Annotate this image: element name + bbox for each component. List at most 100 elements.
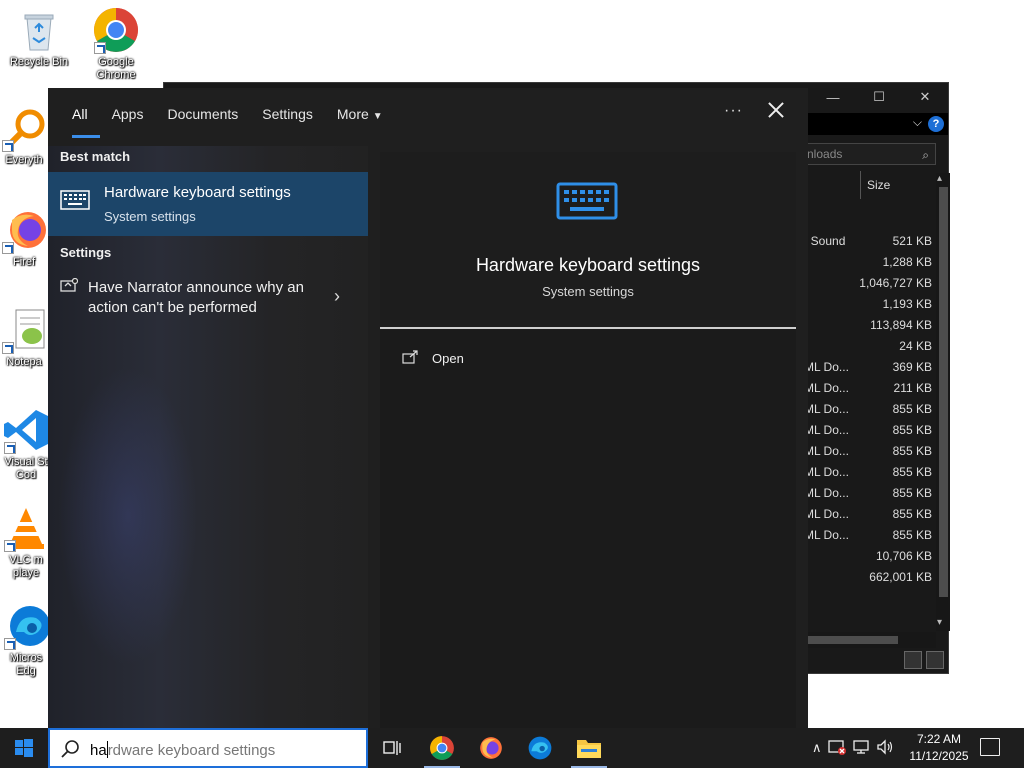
file-size-cell: 211 KB bbox=[893, 381, 932, 395]
desktop-icon-label: Recycle Bin bbox=[9, 56, 69, 68]
vertical-scrollbar[interactable]: ▴ ▾ bbox=[936, 173, 950, 631]
file-row[interactable]: 10,706 KB bbox=[800, 546, 936, 567]
scroll-up-icon[interactable]: ▴ bbox=[937, 173, 942, 184]
desktop-icon-edge[interactable]: Micros Edg bbox=[0, 602, 52, 678]
show-hidden-icons-icon[interactable]: ∧ bbox=[812, 740, 822, 756]
file-type-cell: ML Do... bbox=[804, 360, 849, 374]
close-button[interactable]: ✕ bbox=[902, 83, 948, 111]
close-icon[interactable] bbox=[764, 98, 788, 122]
task-view-icon bbox=[383, 741, 401, 755]
clock-time: 7:22 AM bbox=[916, 732, 962, 746]
scroll-down-icon[interactable]: ▾ bbox=[937, 617, 942, 628]
file-row[interactable]: ML Do... 211 KB bbox=[800, 378, 936, 399]
file-size-cell: 10,706 KB bbox=[875, 549, 932, 563]
narrator-settings-icon bbox=[60, 277, 79, 294]
file-row[interactable]: ML Do... 855 KB bbox=[800, 462, 936, 483]
file-row[interactable]: 662,001 KB bbox=[800, 567, 936, 588]
explorer-search-input[interactable]: nloads ⌕ bbox=[800, 143, 936, 165]
file-row[interactable]: 1,193 KB bbox=[800, 294, 936, 315]
file-size-cell: 855 KB bbox=[892, 507, 932, 521]
search-icon: ⌕ bbox=[922, 148, 929, 162]
large-icons-view-icon[interactable] bbox=[926, 651, 944, 669]
taskbar-firefox[interactable] bbox=[467, 728, 515, 768]
notification-center-icon[interactable] bbox=[980, 738, 1000, 756]
firefox-icon bbox=[0, 206, 48, 254]
taskbar-file-explorer[interactable] bbox=[565, 728, 613, 768]
file-size-cell: 855 KB bbox=[892, 444, 932, 458]
best-match-result[interactable]: Hardware keyboard settings System settin… bbox=[48, 172, 368, 236]
taskbar-chrome[interactable] bbox=[418, 728, 466, 768]
file-type-cell: ML Do... bbox=[804, 423, 849, 437]
file-row[interactable]: ML Do... 855 KB bbox=[800, 525, 936, 546]
chrome-icon bbox=[430, 736, 454, 760]
file-row[interactable]: t Sound 521 KB bbox=[800, 231, 936, 252]
chevron-right-icon[interactable]: › bbox=[334, 286, 340, 307]
taskbar: hardware keyboard settings ∧ 7:22 AM 11/… bbox=[0, 728, 1024, 768]
best-match-subtitle: System settings bbox=[104, 209, 196, 224]
tab-more[interactable]: More ▼ bbox=[325, 88, 395, 140]
file-size-cell: 369 KB bbox=[892, 360, 932, 374]
search-icon bbox=[60, 739, 80, 764]
preview-subtitle: System settings bbox=[542, 284, 634, 299]
desktop-icon-everything[interactable]: Everyth bbox=[0, 104, 48, 167]
file-row[interactable]: 24 KB bbox=[800, 336, 936, 357]
file-row[interactable]: 1,288 KB bbox=[800, 252, 936, 273]
file-size-cell: 1,046,727 KB bbox=[859, 276, 932, 290]
tab-all[interactable]: All bbox=[60, 88, 100, 140]
desktop-icon-google-chrome[interactable]: Google Chrome bbox=[78, 6, 154, 82]
file-row[interactable]: 1,046,727 KB bbox=[800, 273, 936, 294]
system-clock[interactable]: 7:22 AM 11/12/2025 bbox=[904, 731, 974, 765]
file-row[interactable]: ML Do... 855 KB bbox=[800, 399, 936, 420]
minimize-button[interactable]: — bbox=[810, 83, 856, 111]
file-size-cell: 855 KB bbox=[892, 423, 932, 437]
shortcut-arrow-icon bbox=[2, 242, 14, 254]
desktop-icon-recycle-bin[interactable]: Recycle Bin bbox=[1, 6, 77, 69]
file-size-cell: 1,193 KB bbox=[882, 297, 932, 311]
desktop-icon-notepad[interactable]: Notepa bbox=[0, 306, 48, 369]
file-row[interactable]: ML Do... 855 KB bbox=[800, 441, 936, 462]
caret-down-icon: ▼ bbox=[372, 111, 383, 122]
volume-icon[interactable] bbox=[876, 738, 894, 758]
everything-search-icon bbox=[0, 104, 48, 152]
column-header-size[interactable]: Size bbox=[860, 171, 936, 199]
settings-result-narrator[interactable]: Have Narrator announce why an action can… bbox=[48, 272, 368, 322]
tab-more-label: More bbox=[336, 106, 369, 122]
security-alert-icon[interactable] bbox=[827, 739, 846, 758]
network-icon[interactable] bbox=[852, 739, 870, 758]
scrollbar-thumb[interactable] bbox=[939, 187, 948, 597]
maximize-button[interactable]: ☐ bbox=[856, 83, 902, 111]
address-bar[interactable]: ⌵ ? bbox=[804, 113, 948, 135]
file-size-cell: 855 KB bbox=[892, 486, 932, 500]
firefox-icon bbox=[480, 737, 502, 759]
desktop-icon-label: Firef bbox=[13, 256, 35, 268]
desktop-icon-label: VLC m playe bbox=[9, 554, 43, 579]
open-action[interactable]: Open bbox=[402, 348, 602, 372]
details-view-icon[interactable] bbox=[904, 651, 922, 669]
desktop-icon-firefox[interactable]: Firef bbox=[0, 206, 48, 269]
file-type-cell: ML Do... bbox=[804, 381, 849, 395]
more-options-icon[interactable]: ··· bbox=[724, 102, 743, 120]
taskbar-search-input[interactable]: hardware keyboard settings bbox=[48, 728, 368, 768]
windows-search-panel: All Apps Documents Settings More ▼ ··· Be… bbox=[48, 88, 808, 728]
task-view-button[interactable] bbox=[368, 728, 416, 768]
view-switcher bbox=[904, 651, 948, 671]
tab-documents[interactable]: Documents bbox=[155, 88, 250, 140]
tab-settings[interactable]: Settings bbox=[250, 88, 325, 140]
file-row[interactable]: ML Do... 855 KB bbox=[800, 504, 936, 525]
desktop-icon-label: Micros Edg bbox=[9, 652, 43, 677]
file-row[interactable]: ML Do... 855 KB bbox=[800, 483, 936, 504]
taskbar-edge[interactable] bbox=[516, 728, 564, 768]
start-button[interactable] bbox=[0, 728, 48, 768]
scrollbar-thumb[interactable] bbox=[800, 636, 898, 644]
file-row[interactable]: ML Do... 855 KB bbox=[800, 420, 936, 441]
preview-header: Hardware keyboard settings System settin… bbox=[380, 152, 796, 328]
chevron-down-icon[interactable]: ⌵ bbox=[913, 115, 922, 130]
desktop-icon-label: Everyth bbox=[5, 154, 43, 166]
file-row[interactable]: 113,894 KB bbox=[800, 315, 936, 336]
file-row[interactable]: ML Do... 369 KB bbox=[800, 357, 936, 378]
desktop-icon-vscode[interactable]: Visual St Cod bbox=[0, 406, 52, 482]
tab-apps[interactable]: Apps bbox=[100, 88, 156, 140]
desktop-icon-vlc[interactable]: VLC m playe bbox=[0, 504, 52, 580]
horizontal-scrollbar[interactable] bbox=[800, 632, 936, 648]
help-icon[interactable]: ? bbox=[928, 116, 944, 132]
